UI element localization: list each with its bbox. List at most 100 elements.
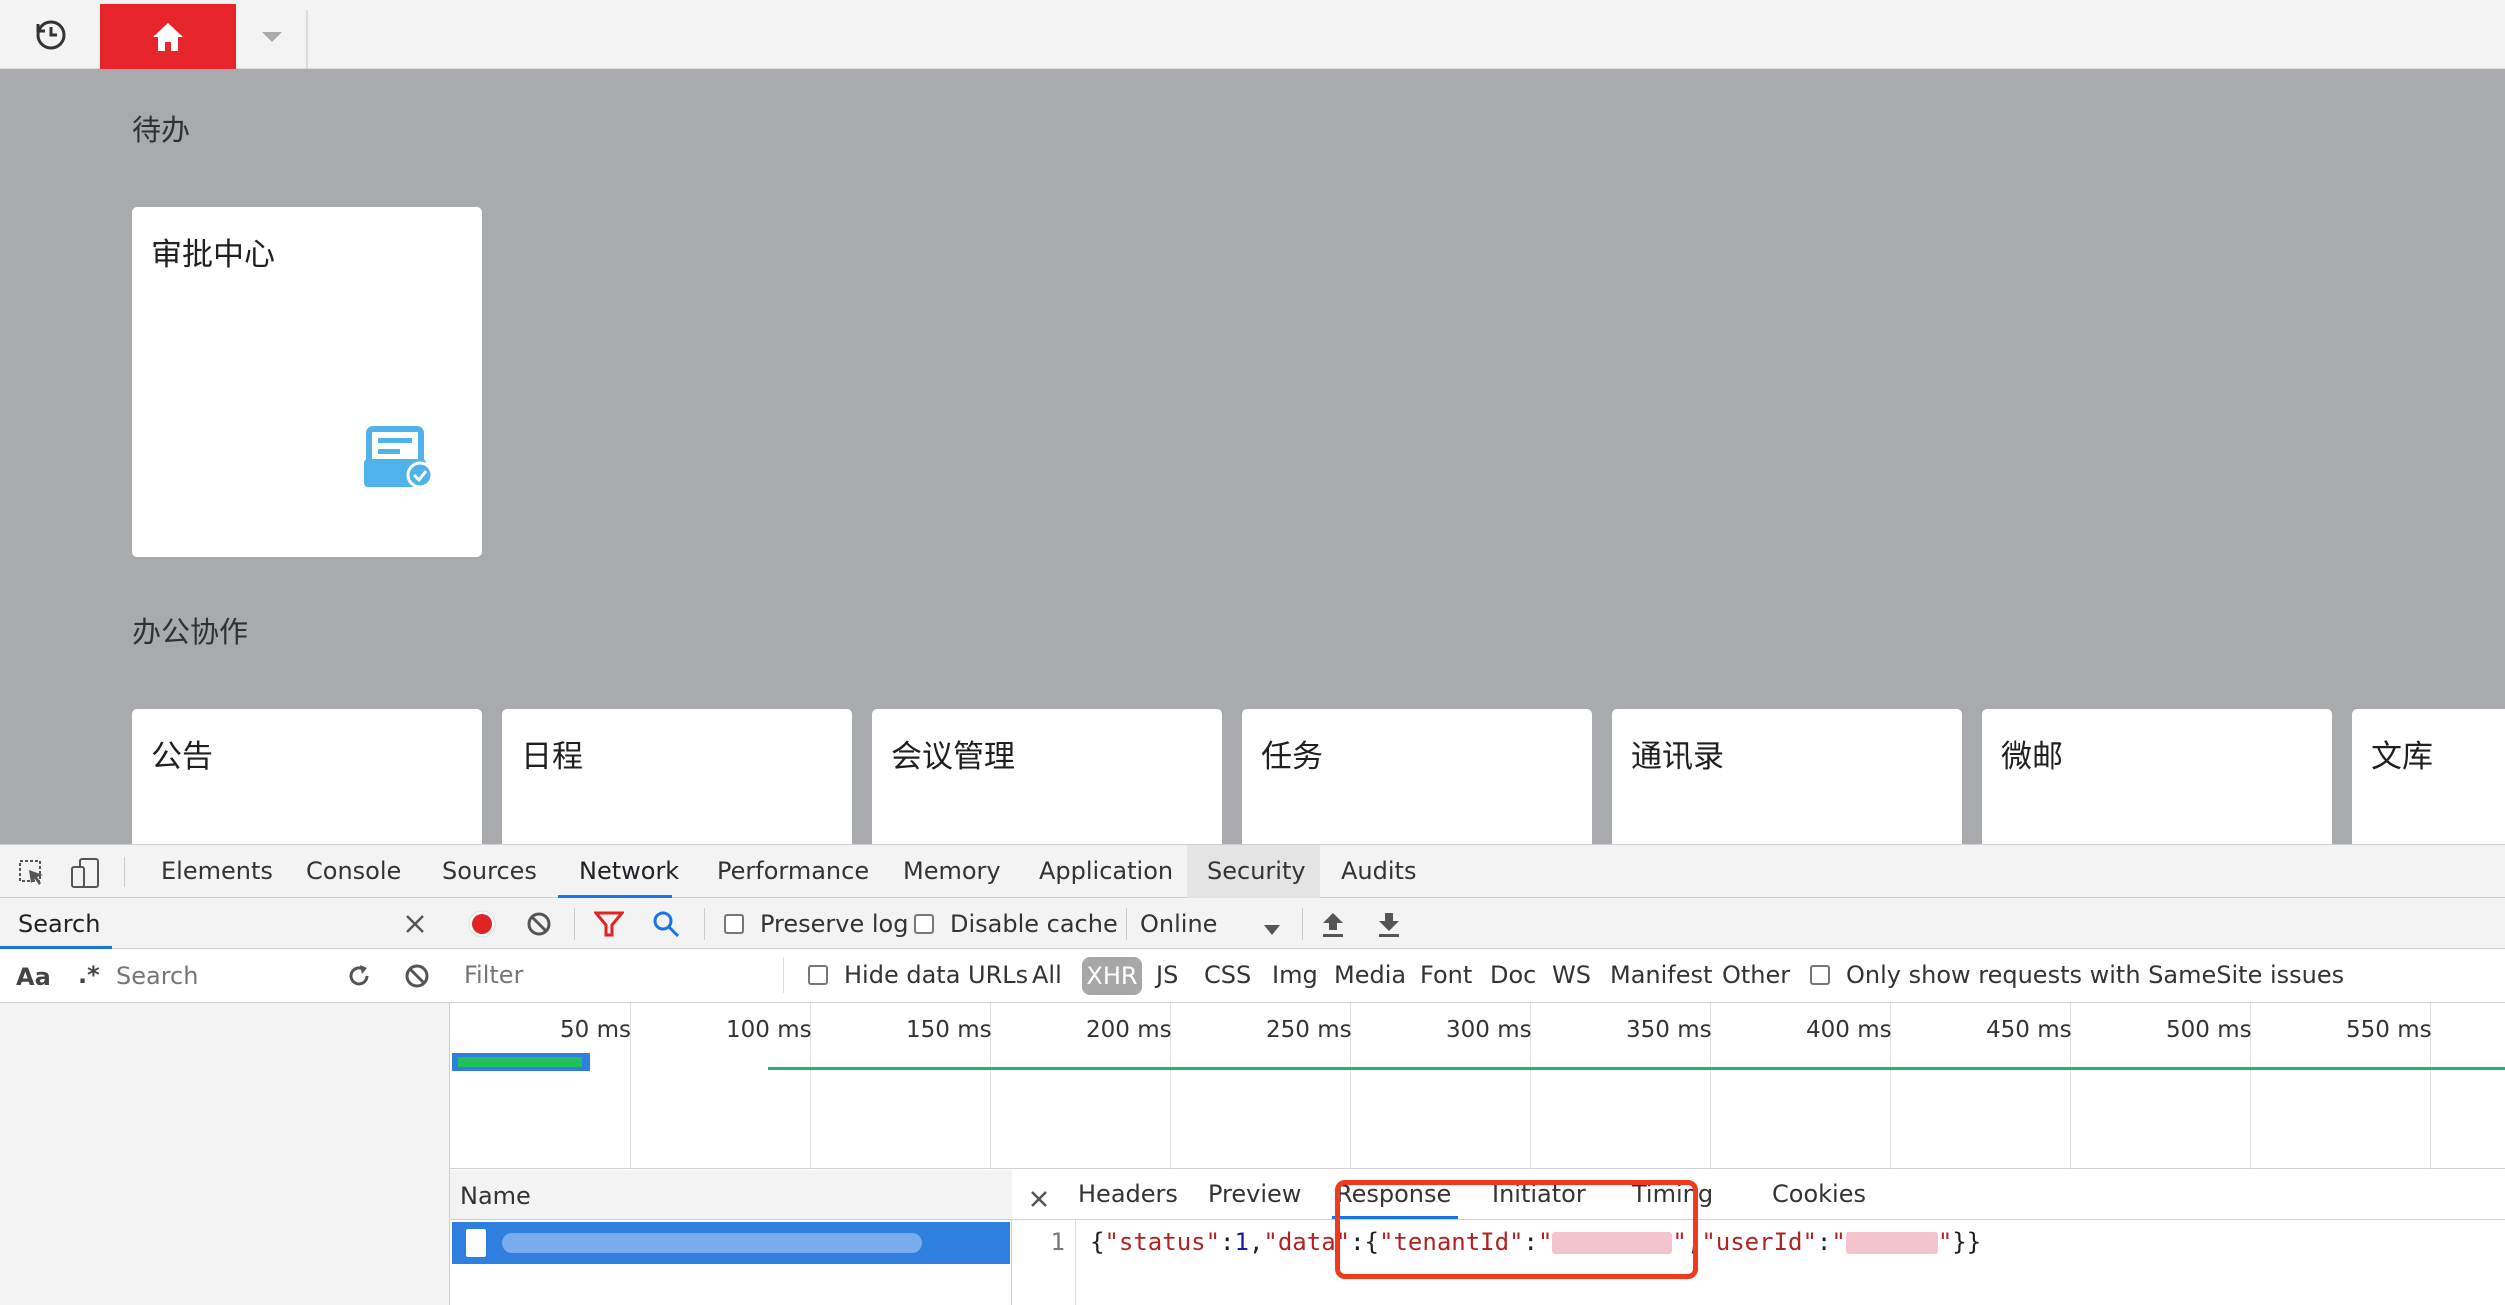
card-contacts[interactable]: 通讯录 xyxy=(1612,709,1962,849)
close-icon[interactable] xyxy=(404,913,426,935)
line-gutter: 1 xyxy=(1012,1220,1076,1305)
chevron-down-icon[interactable] xyxy=(258,26,286,46)
json-quote: " xyxy=(1937,1228,1953,1256)
hide-data-urls-label: Hide data URLs xyxy=(844,961,1029,989)
search-drawer-header: Search xyxy=(0,898,450,949)
response-body: 1 {"status":1,"data":{"tenantId":" ","use… xyxy=(1012,1220,2505,1305)
card-approval-center[interactable]: 审批中心 xyxy=(132,207,482,557)
tab-audits[interactable]: Audits xyxy=(1341,857,1416,885)
tab-application[interactable]: Application xyxy=(1039,857,1173,885)
filter-icon[interactable] xyxy=(592,910,626,938)
app-content: 待办 审批中心 办公协作 公告 日程 会议管理 任务 通讯录 微邮 文库 xyxy=(0,69,2505,849)
table-row[interactable] xyxy=(452,1222,1010,1264)
preserve-log-checkbox[interactable] xyxy=(724,914,744,934)
filter-type-xhr[interactable]: XHR xyxy=(1082,957,1142,995)
json-brace: { xyxy=(1090,1228,1105,1256)
filter-type-doc[interactable]: Doc xyxy=(1490,961,1536,989)
network-overview-timeline[interactable]: 50 ms 100 ms 150 ms 200 ms 250 ms 300 ms… xyxy=(450,1003,2505,1169)
json-colon: : xyxy=(1816,1228,1832,1256)
close-icon[interactable] xyxy=(1030,1186,1048,1207)
request-bar-receive xyxy=(458,1057,582,1067)
filter-type-ws[interactable]: WS xyxy=(1552,961,1591,989)
search-input[interactable] xyxy=(106,959,330,993)
load-event-line xyxy=(768,1067,2505,1070)
tab-sources[interactable]: Sources xyxy=(442,857,537,885)
section-title-todo: 待办 xyxy=(132,113,191,147)
card-title: 微邮 xyxy=(2001,739,2063,775)
column-header-name[interactable]: Name xyxy=(460,1182,531,1210)
regex-toggle[interactable]: .* xyxy=(78,961,100,989)
filter-type-media[interactable]: Media xyxy=(1334,961,1406,989)
refresh-icon[interactable] xyxy=(346,963,372,989)
download-icon[interactable] xyxy=(1376,910,1402,938)
json-key: "userId" xyxy=(1701,1228,1817,1256)
upload-icon[interactable] xyxy=(1320,910,1346,938)
card-tasks[interactable]: 任务 xyxy=(1242,709,1592,849)
match-case-toggle[interactable]: Aa xyxy=(16,963,51,991)
timeline-tick: 500 ms xyxy=(2166,1017,2252,1043)
request-list: Name xyxy=(450,1170,1012,1305)
home-icon xyxy=(153,22,183,51)
filter-input[interactable] xyxy=(454,957,784,993)
tab-performance[interactable]: Performance xyxy=(717,857,869,885)
disable-cache-checkbox[interactable] xyxy=(914,914,934,934)
timeline-tick: 450 ms xyxy=(1986,1017,2072,1043)
throttling-select[interactable]: Online xyxy=(1140,910,1217,938)
chevron-down-icon[interactable] xyxy=(1262,916,1282,935)
card-schedule[interactable]: 日程 xyxy=(502,709,852,849)
request-details: Headers Preview Response Initiator Timin… xyxy=(1012,1170,2505,1305)
record-button[interactable] xyxy=(468,910,496,938)
filter-type-other[interactable]: Other xyxy=(1722,961,1790,989)
home-tab-button[interactable] xyxy=(100,4,236,69)
search-drawer-title[interactable]: Search xyxy=(18,910,100,938)
clear-icon[interactable] xyxy=(526,911,552,937)
filter-type-manifest[interactable]: Manifest xyxy=(1610,961,1712,989)
card-title: 通讯录 xyxy=(1631,739,1724,775)
json-comma: , xyxy=(1248,1228,1264,1256)
devtools-panel: Elements Console Sources Network Perform… xyxy=(0,844,2505,1305)
divider xyxy=(574,908,575,940)
json-brace: }} xyxy=(1952,1228,1982,1256)
card-title: 日程 xyxy=(521,739,583,775)
samesite-checkbox[interactable] xyxy=(1810,965,1830,985)
filter-type-all[interactable]: All xyxy=(1032,961,1062,989)
hide-data-urls-checkbox[interactable] xyxy=(808,965,828,985)
card-title: 文库 xyxy=(2371,739,2433,775)
request-list-header: Name xyxy=(450,1170,1012,1220)
tab-console[interactable]: Console xyxy=(306,857,401,885)
card-title: 审批中心 xyxy=(151,237,275,273)
json-quote: " xyxy=(1831,1228,1846,1256)
json-number: 1 xyxy=(1234,1228,1249,1256)
disable-cache-label: Disable cache xyxy=(950,910,1118,938)
card-library[interactable]: 文库 xyxy=(2352,709,2505,849)
card-announcement[interactable]: 公告 xyxy=(132,709,482,849)
approval-icon xyxy=(364,425,440,497)
timeline-tick: 150 ms xyxy=(906,1017,992,1043)
preserve-log-label: Preserve log xyxy=(760,910,909,938)
filter-type-css[interactable]: CSS xyxy=(1204,961,1251,989)
history-icon[interactable] xyxy=(34,18,68,52)
search-icon[interactable] xyxy=(652,910,680,938)
tab-security[interactable]: Security xyxy=(1207,857,1306,885)
device-toolbar-icon[interactable] xyxy=(70,857,102,889)
tab-network[interactable]: Network xyxy=(579,857,679,885)
inspect-element-icon[interactable] xyxy=(18,859,46,887)
timeline-tick: 50 ms xyxy=(560,1017,631,1043)
tab-headers[interactable]: Headers xyxy=(1078,1180,1178,1208)
card-micro-mail[interactable]: 微邮 xyxy=(1982,709,2332,849)
tab-elements[interactable]: Elements xyxy=(161,857,273,885)
devtools-tab-bar: Elements Console Sources Network Perform… xyxy=(0,844,2505,898)
timeline-tick: 300 ms xyxy=(1446,1017,1532,1043)
timeline-tick: 350 ms xyxy=(1626,1017,1712,1043)
network-filter-bar: Hide data URLs All XHR JS CSS Img Media … xyxy=(450,949,2505,1003)
filter-type-js[interactable]: JS xyxy=(1156,961,1178,989)
tab-preview[interactable]: Preview xyxy=(1208,1180,1301,1208)
divider xyxy=(704,908,705,940)
filter-type-font[interactable]: Font xyxy=(1420,961,1472,989)
samesite-label: Only show requests with SameSite issues xyxy=(1846,961,2345,989)
card-meeting-management[interactable]: 会议管理 xyxy=(872,709,1222,849)
tab-cookies[interactable]: Cookies xyxy=(1772,1180,1866,1208)
clear-icon[interactable] xyxy=(404,963,430,989)
tab-memory[interactable]: Memory xyxy=(903,857,1001,885)
filter-type-img[interactable]: Img xyxy=(1272,961,1318,989)
